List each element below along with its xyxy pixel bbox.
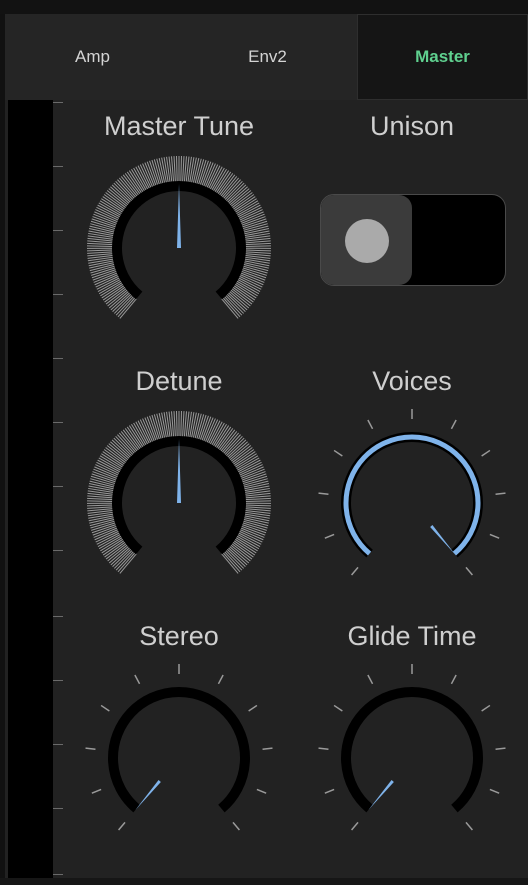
- detune-label: Detune: [135, 366, 223, 396]
- voices-label: Voices: [372, 366, 452, 396]
- meter-scale: [53, 100, 65, 878]
- synth-window: Amp Env2 Master Master Tune Unison Detun…: [0, 0, 528, 885]
- knob-indicator: [177, 184, 181, 248]
- knob-indicator: [135, 780, 161, 811]
- unison-toggle-thumb: [345, 219, 389, 263]
- voices-knob[interactable]: [312, 403, 512, 603]
- top-strip: [0, 0, 528, 14]
- tab-bar: Amp Env2 Master: [5, 14, 528, 100]
- unison-toggle-thumb-track: [321, 195, 412, 285]
- tab-master[interactable]: Master: [357, 14, 528, 100]
- unison-label: Unison: [369, 111, 455, 141]
- unison-toggle[interactable]: [320, 194, 506, 286]
- stereo-label: Stereo: [139, 621, 219, 651]
- tab-amp[interactable]: Amp: [5, 14, 180, 100]
- master-tune-label: Master Tune: [103, 111, 255, 141]
- master-tune-knob[interactable]: [79, 148, 279, 348]
- knob-indicator: [368, 780, 394, 811]
- master-tune-knob-graphic: [86, 156, 272, 319]
- knob-track: [108, 687, 250, 813]
- knob-indicator: [430, 525, 456, 556]
- knob-track: [341, 687, 483, 813]
- glide-time-knob[interactable]: [312, 658, 512, 858]
- voices-knob-graphic: [318, 409, 506, 576]
- detune-knob-graphic: [86, 411, 272, 574]
- knob-indicator: [177, 439, 181, 503]
- glide-time-label: Glide Time: [347, 621, 477, 651]
- knob-value-arc: [343, 434, 481, 556]
- tab-env2[interactable]: Env2: [180, 14, 355, 100]
- stereo-knob-graphic: [85, 664, 273, 831]
- bottom-strip: [0, 878, 528, 885]
- level-meter: [8, 100, 53, 878]
- detune-knob[interactable]: [79, 403, 279, 603]
- glide-time-knob-graphic: [318, 664, 506, 831]
- stereo-knob[interactable]: [79, 658, 279, 858]
